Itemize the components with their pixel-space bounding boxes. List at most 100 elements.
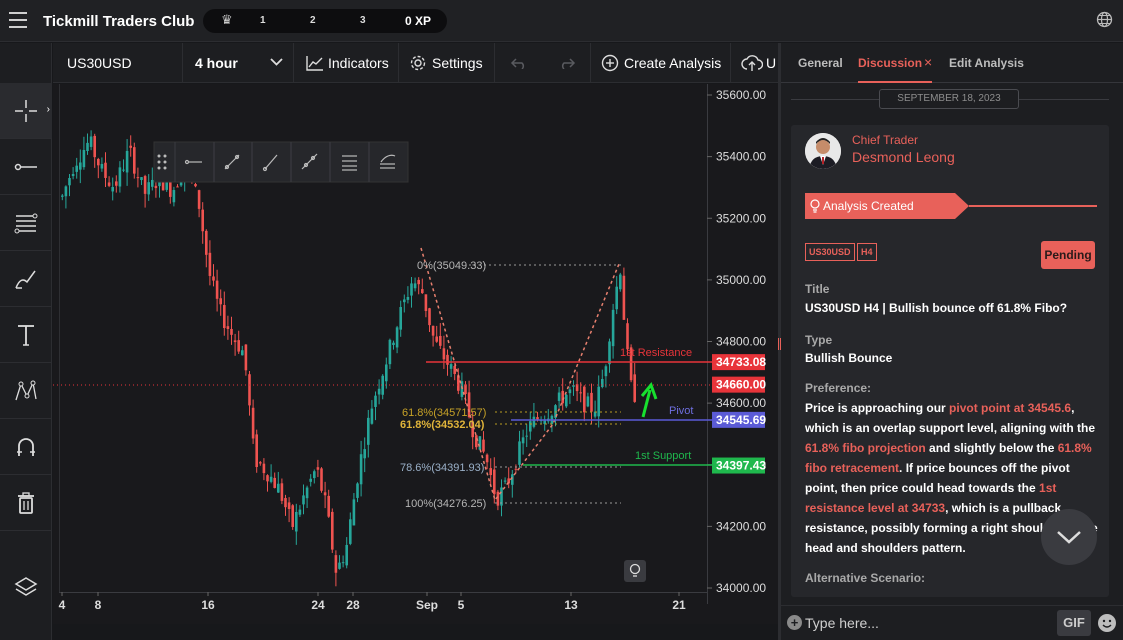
avatar[interactable]	[805, 133, 841, 169]
candle-body	[417, 279, 420, 285]
symbol-selector[interactable]: US30USD	[53, 43, 183, 83]
globe-icon[interactable]	[1096, 11, 1113, 33]
candle-body	[316, 467, 320, 470]
layers-tool[interactable]	[0, 559, 52, 615]
title-label: Title	[805, 282, 830, 296]
candle-body	[503, 480, 507, 482]
candle-body	[395, 327, 399, 348]
candle-body	[295, 511, 298, 532]
price-tag-label: 34733.08	[716, 355, 766, 369]
fib-tool[interactable]	[0, 195, 52, 251]
magnet-tool[interactable]	[0, 419, 52, 475]
indicators-button[interactable]: Indicators	[294, 43, 399, 83]
candle-body	[291, 505, 294, 527]
candle-body	[64, 186, 68, 197]
xp-value: 0 XP	[404, 14, 431, 28]
candle-body	[363, 449, 366, 459]
candle-body	[205, 230, 208, 255]
candle-body	[352, 499, 356, 526]
chevron-down-icon	[270, 58, 283, 66]
candle-body	[233, 340, 237, 343]
price-tag-label: 34545.69	[716, 413, 766, 427]
pref-highlight: 61.8% fibo projection	[805, 441, 926, 455]
candle-body	[226, 326, 230, 330]
candle-body	[61, 195, 64, 197]
price-axis-label: 34800.00	[716, 335, 766, 349]
candle-body	[586, 396, 590, 407]
date-axis-label: 13	[564, 598, 578, 612]
expand-chevron-icon[interactable]: ›	[47, 104, 50, 115]
panel-tabs: General Discussion × Edit Analysis	[781, 43, 1123, 83]
author-name[interactable]: Desmond Leong	[852, 149, 955, 165]
settings-button[interactable]: Settings	[399, 43, 495, 83]
candle-body	[341, 562, 345, 564]
candle-body	[140, 177, 143, 181]
candle-body	[241, 350, 244, 356]
date-separator: SEPTEMBER 18, 2023	[879, 89, 1019, 109]
candle-body	[133, 147, 136, 174]
candle-body	[611, 309, 615, 347]
candle-body	[557, 392, 561, 401]
type-label: Type	[805, 333, 833, 347]
close-tab-icon[interactable]: ×	[924, 54, 932, 70]
scroll-down-button[interactable]	[1041, 509, 1097, 565]
candle-body	[529, 421, 532, 432]
message-input[interactable]	[805, 612, 1045, 634]
cloud-upload-icon	[741, 55, 763, 71]
candle-body	[608, 341, 611, 365]
candle-body	[518, 441, 521, 465]
create-analysis-label: Create Analysis	[624, 55, 722, 71]
candle-body	[284, 498, 287, 508]
add-attachment-icon[interactable]: +	[787, 615, 802, 630]
gif-button[interactable]: GIF	[1057, 610, 1091, 636]
horizontal-ray-tool[interactable]	[0, 139, 52, 195]
price-chart[interactable]: 35600.00 35400.00 35200.00 35000.00 34800.00…	[53, 84, 778, 624]
timeframe-dropdown[interactable]: 4 hour	[183, 43, 294, 83]
undo-button[interactable]	[495, 43, 543, 83]
candle-body	[464, 384, 467, 395]
upload-label: U	[766, 55, 777, 71]
redo-button[interactable]	[543, 43, 591, 83]
candle-body	[79, 162, 82, 170]
candle-body	[413, 283, 417, 289]
candle-body	[244, 344, 248, 371]
tab-discussion[interactable]: Discussion	[858, 56, 933, 83]
candle-body	[298, 509, 302, 515]
pref-text-part: and slightly below the	[925, 441, 1058, 455]
candle-body	[367, 417, 370, 445]
candle-body	[223, 305, 226, 329]
delete-tool[interactable]	[0, 475, 52, 531]
text-tool[interactable]	[0, 307, 52, 363]
tab-edit-analysis[interactable]: Edit Analysis	[949, 56, 1024, 70]
candle-body	[122, 169, 125, 171]
candle-body	[266, 475, 269, 482]
candle-body	[626, 323, 629, 350]
candle-body	[334, 555, 338, 573]
candle-body	[478, 436, 482, 450]
candle-body	[493, 469, 496, 495]
idea-bulb-icon	[624, 560, 646, 582]
candle-body	[583, 386, 586, 413]
candle-body	[446, 354, 449, 365]
chart-canvas[interactable]: 35600.00 35400.00 35200.00 35000.00 34800.00…	[53, 84, 778, 624]
banner-line	[969, 205, 1097, 207]
candle-body	[496, 491, 500, 506]
emoji-icon[interactable]	[1098, 614, 1116, 632]
tab-general[interactable]: General	[798, 56, 843, 70]
candle-body	[442, 348, 446, 360]
price-axis-label: 34600.00	[716, 396, 766, 410]
price-axis-label: 35000.00	[716, 273, 766, 287]
create-analysis-button[interactable]: Create Analysis	[591, 43, 731, 83]
hamburger-menu-icon[interactable]	[9, 12, 27, 28]
level-2: 2	[310, 15, 316, 26]
upload-button[interactable]: U	[731, 43, 778, 83]
candle-body	[579, 392, 582, 394]
candle-body	[259, 462, 262, 464]
crosshair-tool[interactable]: ›	[0, 83, 52, 139]
pattern-tool[interactable]	[0, 363, 52, 419]
brush-tool[interactable]	[0, 251, 52, 307]
candle-body	[521, 437, 525, 444]
chevron-down-icon	[1057, 531, 1081, 544]
candle-body	[269, 476, 273, 482]
candle-body	[514, 468, 518, 470]
